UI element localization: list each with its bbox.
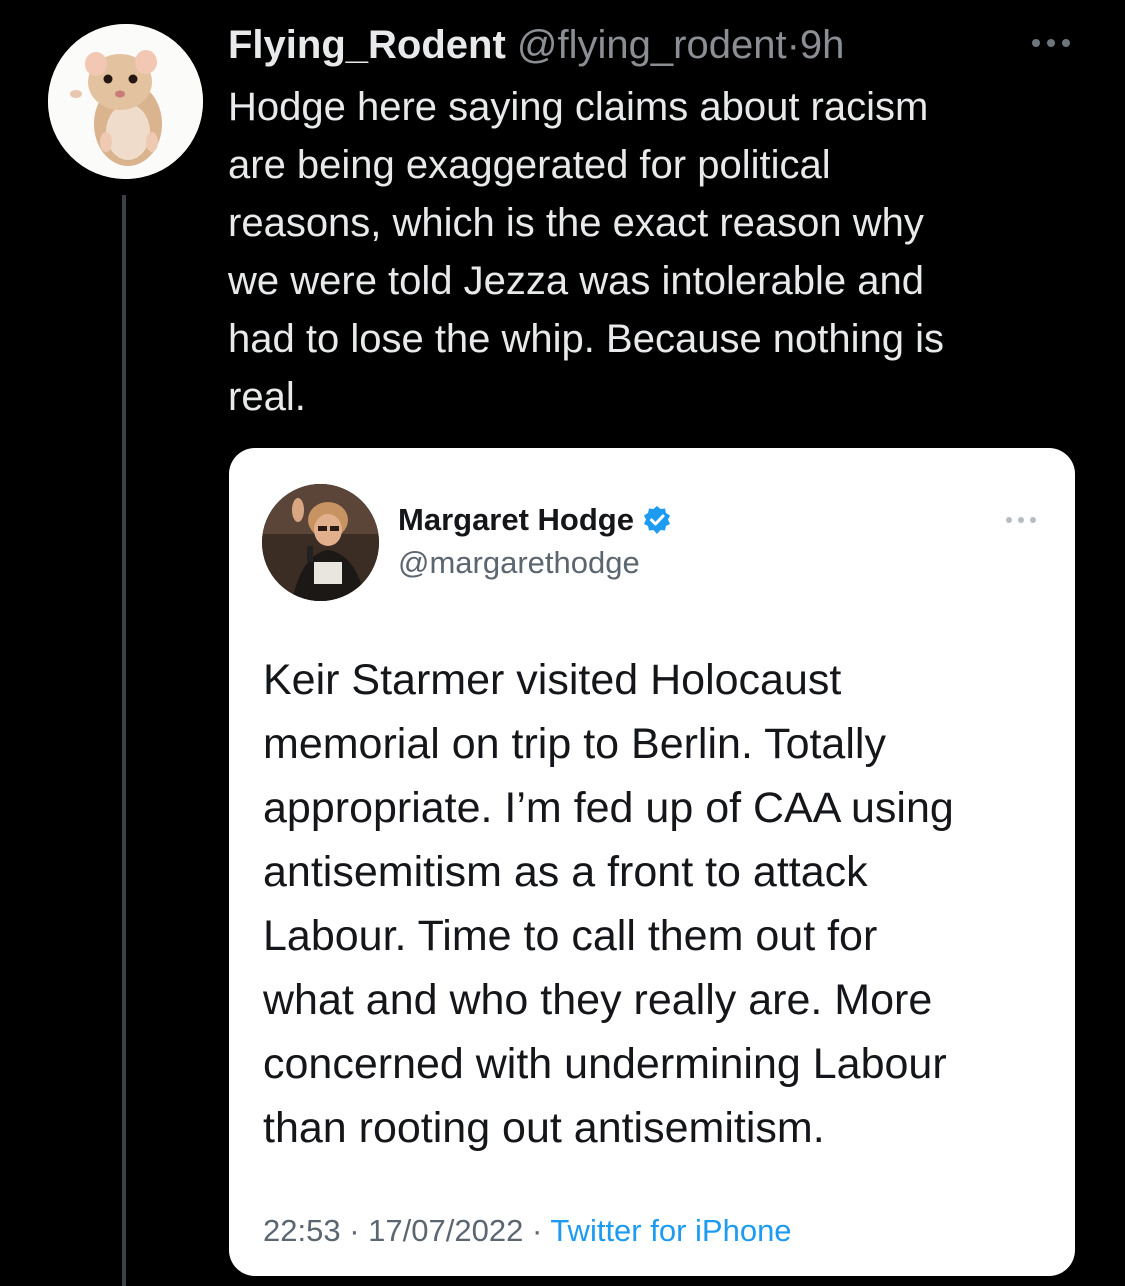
tweet-header: Flying_Rodent @flying_rodent·9h xyxy=(228,22,844,68)
tweet-source-link[interactable]: Twitter for iPhone xyxy=(550,1213,791,1248)
quoted-more-options-icon[interactable] xyxy=(1003,510,1039,530)
quoted-author-row: Margaret Hodge xyxy=(398,501,672,539)
margaret-hodge-avatar[interactable] xyxy=(262,484,379,601)
quoted-tweet-time[interactable]: 22:53 xyxy=(263,1213,341,1248)
person-avatar-icon xyxy=(262,484,379,601)
verified-badge-icon xyxy=(642,505,672,535)
author-display-name[interactable]: Flying_Rodent xyxy=(228,23,506,67)
thread-connector-line xyxy=(122,195,126,1286)
quoted-tweet-text: Keir Starmer visited Holocaust memorial … xyxy=(263,656,954,1152)
more-options-icon[interactable] xyxy=(1028,28,1074,58)
hamster-avatar-icon xyxy=(48,24,203,179)
header-separator: · xyxy=(786,23,800,67)
quoted-author-handle[interactable]: @margarethodge xyxy=(398,544,640,582)
quoted-tweet-card[interactable]: Margaret Hodge @margarethodge Keir Starm… xyxy=(229,448,1075,1276)
quoted-author-display-name[interactable]: Margaret Hodge xyxy=(398,501,634,539)
author-handle[interactable]: @flying_rodent xyxy=(517,23,787,67)
tweet-text: Hodge here saying claims about racism ar… xyxy=(228,85,945,419)
footer-separator: · xyxy=(349,1213,360,1248)
quoted-tweet-date[interactable]: 17/07/2022 xyxy=(368,1213,523,1248)
quoted-tweet-metadata: 22:53 · 17/07/2022 · Twitter for iPhone xyxy=(263,1211,792,1251)
hamster-avatar[interactable] xyxy=(48,24,203,179)
footer-separator: · xyxy=(531,1213,543,1248)
tweet-timestamp[interactable]: 9h xyxy=(800,23,845,67)
